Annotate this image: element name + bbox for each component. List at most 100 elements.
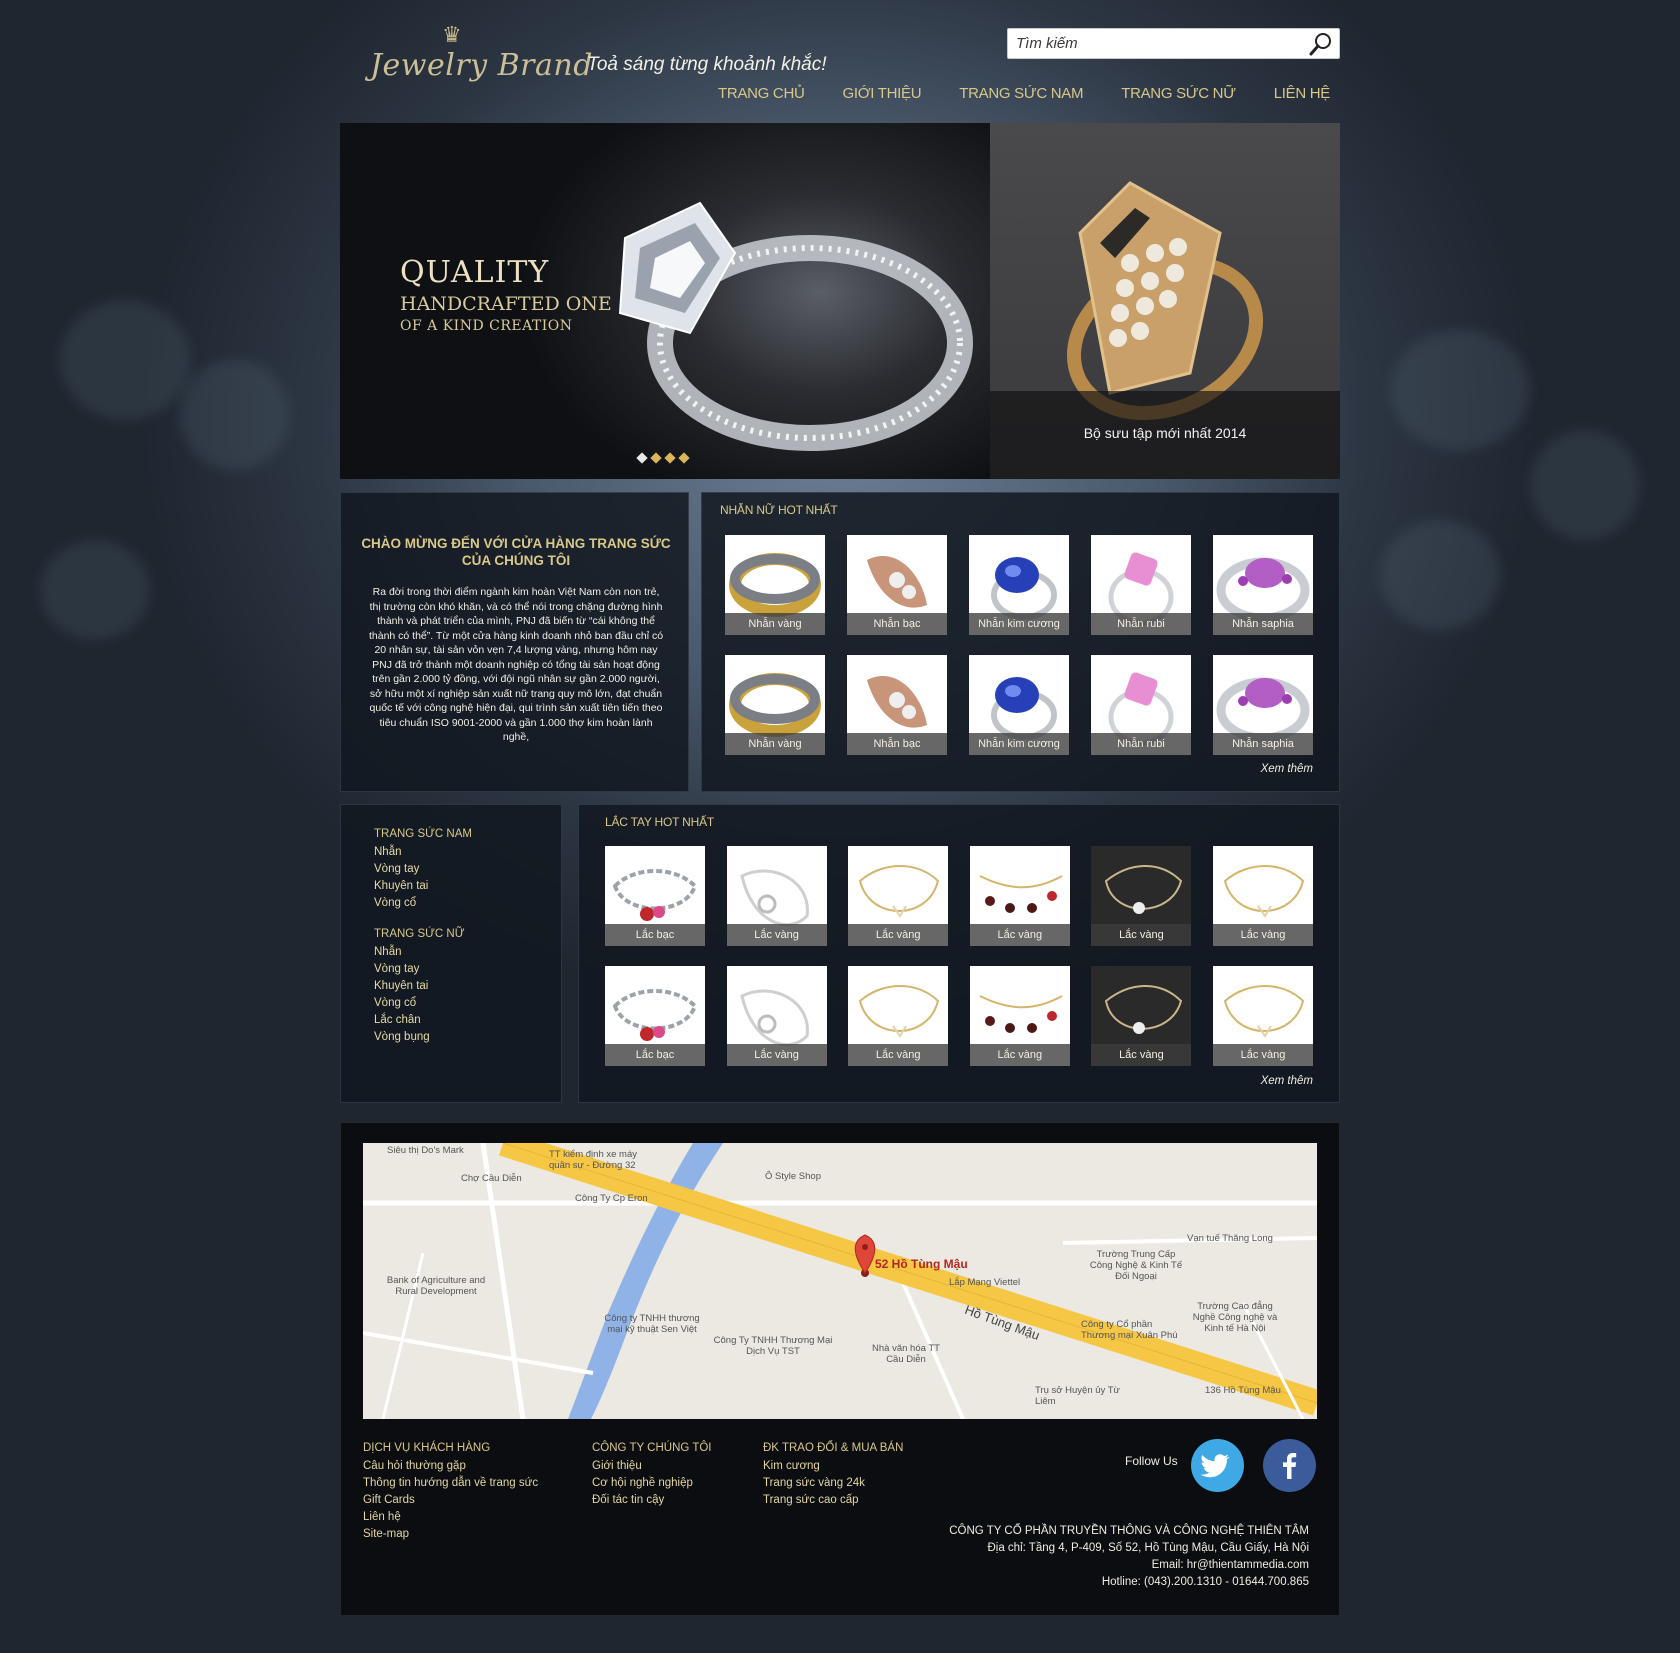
company-info: CÔNG TY CỔ PHẦN TRUYỀN THÔNG VÀ CÔNG NGH… <box>949 1523 1309 1591</box>
map-label: Nhà văn hóa TT Cầu Diễn <box>872 1343 940 1365</box>
footer-link-faq[interactable]: Câu hỏi thường gặp <box>363 1458 538 1475</box>
bracelet-product-card[interactable]: Lắc bạc <box>605 846 705 946</box>
product-label: Lắc vàng <box>1091 1044 1192 1066</box>
hero-slider[interactable]: QUALITY HANDCRAFTED ONE OF A KIND CREATI… <box>340 123 1340 479</box>
bracelet-product-card[interactable]: Lắc bạc <box>605 966 705 1066</box>
twitter-button[interactable] <box>1191 1439 1244 1492</box>
ring-product-card[interactable]: Nhẫn rubi <box>1091 535 1191 635</box>
women-category-necklace[interactable]: Vòng cổ <box>374 995 472 1012</box>
slider-dot[interactable] <box>650 452 662 464</box>
product-label: Lắc bạc <box>605 924 705 946</box>
hero-subheading-2: OF A KIND CREATION <box>400 318 573 334</box>
footer-col-title: DỊCH VỤ KHÁCH HÀNG <box>363 1442 491 1454</box>
footer-link-contact[interactable]: Liên hệ <box>363 1509 538 1526</box>
category-list: TRANG SỨC NAM Nhẫn Vòng tay Khuyên tai V… <box>374 827 472 1046</box>
ring-product-card[interactable]: Nhẫn vàng <box>725 535 825 635</box>
footer-link-gift-cards[interactable]: Gift Cards <box>363 1492 538 1509</box>
rings-more-link[interactable]: Xem thêm <box>1261 763 1313 775</box>
map-label: Vạn tuế Thăng Long <box>1187 1233 1273 1244</box>
map-label: Trường Trung Cấp Công Nghệ & Kinh Tế Đối… <box>1089 1249 1183 1282</box>
tagline: Toả sáng từng khoảnh khắc! <box>587 54 827 75</box>
slider-dot[interactable] <box>664 452 676 464</box>
footer-col-trade: ĐK TRAO ĐỔI & MUA BÁN Kim cương Trang sứ… <box>763 1440 903 1509</box>
product-label: Lắc bạc <box>605 1044 705 1066</box>
map-label: Công ty Cổ phần Thương mại Xuân Phú <box>1081 1319 1178 1341</box>
hero-subheading: HANDCRAFTED ONE <box>400 293 612 315</box>
footer-col-company: CÔNG TY CHÚNG TÔI Giới thiệu Cơ hội nghề… <box>592 1440 712 1509</box>
nav-home[interactable]: TRANG CHỦ <box>718 85 805 102</box>
women-category-earring[interactable]: Khuyên tai <box>374 978 472 995</box>
twitter-icon <box>1200 1454 1230 1478</box>
brand-logo[interactable]: ♛ Jewelry Brand <box>370 22 592 96</box>
ring-product-card[interactable]: Nhẫn saphia <box>1213 655 1313 755</box>
footer-link-gold-24k[interactable]: Trang sức vàng 24k <box>763 1475 903 1492</box>
bracelet-product-card[interactable]: Lắc vàng <box>969 846 1070 946</box>
footer-link-guide[interactable]: Thông tin hướng dẫn về trang sức <box>363 1475 538 1492</box>
location-map[interactable]: 52 Hồ Tùng Mậu Hồ Tùng Mậu Siêu thị Do's… <box>363 1143 1317 1419</box>
bracelet-product-card[interactable]: Lắc vàng <box>1213 846 1313 946</box>
company-name: CÔNG TY CỔ PHẦN TRUYỀN THÔNG VÀ CÔNG NGH… <box>949 1525 1309 1537</box>
nav-men-jewelry[interactable]: TRANG SỨC NAM <box>959 85 1083 102</box>
slider-dot[interactable] <box>636 452 648 464</box>
bracelet-product-card[interactable]: Lắc vàng <box>1213 966 1313 1066</box>
slider-dot[interactable] <box>678 452 690 464</box>
ring-product-card[interactable]: Nhẫn vàng <box>725 655 825 755</box>
footer-link-partners[interactable]: Đối tác tin cậy <box>592 1492 712 1509</box>
ring-product-card[interactable]: Nhẫn saphia <box>1213 535 1313 635</box>
ring-product-card[interactable]: Nhẫn kim cương <box>969 655 1069 755</box>
footer-link-diamond[interactable]: Kim cương <box>763 1458 903 1475</box>
women-category-belly-chain[interactable]: Vòng bụng <box>374 1029 472 1046</box>
crown-icon: ♛ <box>442 22 462 47</box>
women-category-bracelet[interactable]: Vòng tay <box>374 961 472 978</box>
bracelet-product-card[interactable]: Lắc vàng <box>726 846 827 946</box>
men-category-earring[interactable]: Khuyên tai <box>374 878 472 895</box>
bracelet-product-card[interactable]: Lắc vàng <box>1091 966 1192 1066</box>
ring-product-card[interactable]: Nhẫn rubi <box>1091 655 1191 755</box>
footer: 52 Hồ Tùng Mậu Hồ Tùng Mậu Siêu thị Do's… <box>340 1122 1340 1616</box>
product-label: Nhẫn rubi <box>1091 613 1191 635</box>
footer-link-about[interactable]: Giới thiệu <box>592 1458 712 1475</box>
map-label: Công Ty TNHH Thương Mại Dịch Vụ TST <box>713 1335 833 1357</box>
bracelet-product-card[interactable]: Lắc vàng <box>848 966 949 1066</box>
hot-bracelets-title: LẮC TAY HOT NHẤT <box>605 815 715 829</box>
hot-rings-title: NHẪN NỮ HOT NHẤT <box>720 503 838 517</box>
footer-link-premium[interactable]: Trang sức cao cấp <box>763 1492 903 1509</box>
bracelet-product-card[interactable]: Lắc vàng <box>969 966 1070 1066</box>
men-category-bracelet[interactable]: Vòng tay <box>374 861 472 878</box>
map-label: Công Ty Cp Eron <box>575 1193 648 1204</box>
product-label: Lắc vàng <box>1213 1044 1313 1066</box>
footer-link-careers[interactable]: Cơ hội nghề nghiệp <box>592 1475 712 1492</box>
bokeh <box>40 540 150 640</box>
bracelet-product-card[interactable]: Lắc vàng <box>1091 846 1192 946</box>
footer-link-sitemap[interactable]: Site-map <box>363 1526 538 1543</box>
search-input[interactable] <box>1008 29 1298 58</box>
product-label: Nhẫn saphia <box>1213 613 1313 635</box>
footer-col-title: CÔNG TY CHÚNG TÔI <box>592 1442 712 1454</box>
facebook-button[interactable] <box>1263 1439 1316 1492</box>
women-category-anklet[interactable]: Lắc chân <box>374 1012 472 1029</box>
women-category-title[interactable]: TRANG SỨC NỮ <box>374 927 472 942</box>
men-category-necklace[interactable]: Vòng cổ <box>374 895 472 912</box>
ring-product-card[interactable]: Nhẫn bạc <box>847 655 947 755</box>
bracelet-product-card[interactable]: Lắc vàng <box>848 846 949 946</box>
product-label: Nhẫn bạc <box>847 613 947 635</box>
nav-about[interactable]: GIỚI THIỆU <box>843 85 922 102</box>
men-category-ring[interactable]: Nhẫn <box>374 844 472 861</box>
ring-product-card[interactable]: Nhẫn bạc <box>847 535 947 635</box>
product-label: Nhẫn kim cương <box>969 733 1069 755</box>
bracelet-product-card[interactable]: Lắc vàng <box>726 966 827 1066</box>
map-pin-label: 52 Hồ Tùng Mậu <box>875 1257 968 1271</box>
women-category-ring[interactable]: Nhẫn <box>374 944 472 961</box>
product-label: Lắc vàng <box>726 924 827 946</box>
nav-women-jewelry[interactable]: TRANG SỨC NỮ <box>1121 85 1236 102</box>
welcome-title: CHÀO MỪNG ĐẾN VỚI CỬA HÀNG TRANG SỨC CỦA… <box>361 536 671 568</box>
hero-caption: Bộ sưu tập mới nhất 2014 <box>1083 425 1247 441</box>
product-label: Lắc vàng <box>848 1044 949 1066</box>
men-category-title[interactable]: TRANG SỨC NAM <box>374 827 472 842</box>
product-label: Nhẫn vàng <box>725 613 825 635</box>
ring-product-card[interactable]: Nhẫn kim cương <box>969 535 1069 635</box>
search-icon[interactable] <box>1309 32 1333 56</box>
nav-contact[interactable]: LIÊN HỆ <box>1274 85 1331 102</box>
bracelets-more-link[interactable]: Xem thêm <box>1261 1075 1313 1087</box>
